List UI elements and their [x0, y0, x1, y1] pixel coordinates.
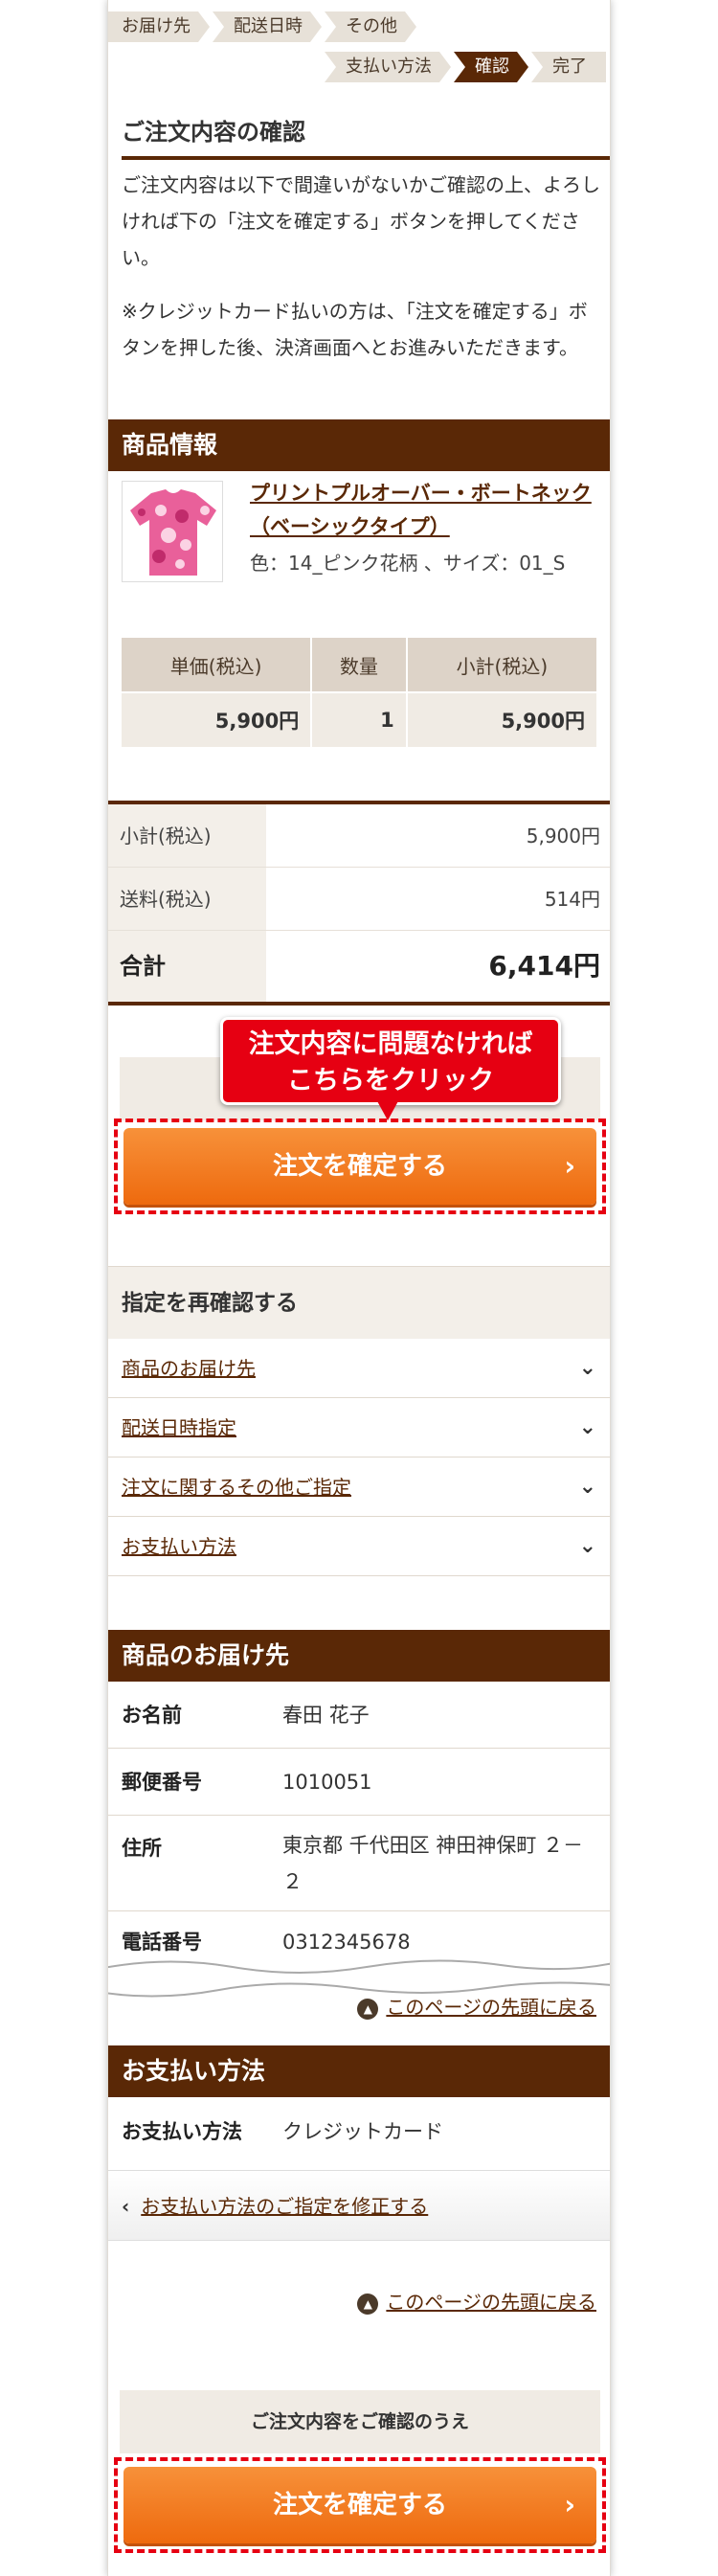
confirm-button-highlight-top: 注文を確定する › — [114, 1119, 606, 1214]
subtotal-amount: 5,900円 — [526, 825, 600, 847]
product-info-heading: 商品情報 — [108, 419, 610, 471]
delivery-name-value: 春田 花子 — [282, 1704, 370, 1727]
delivery-address-value: 東京都 千代田区 神田神保町 ２－２ — [282, 1834, 584, 1893]
confirm-button-highlight-bottom: 注文を確定する › — [114, 2457, 606, 2553]
step-confirm: 確認 — [454, 52, 528, 82]
delivery-address-label: 住所 — [122, 1837, 162, 1860]
chevron-double-down-icon: ⌄ — [578, 1534, 596, 1558]
chevron-left-icon: ‹ — [122, 2195, 130, 2218]
subtotal-header: 小計(税込) — [405, 636, 599, 693]
price-table: 単価(税込) 数量 小計(税込) 5,900円 1 5,900円 — [119, 636, 599, 749]
grand-total-amount: 6,414円 — [488, 950, 600, 982]
recheck-item-label: 商品のお届け先 — [122, 1357, 256, 1380]
callout-line-1: 注文内容に問題なければ — [248, 1029, 533, 1059]
subtotal-label: 小計(税込) — [108, 804, 266, 867]
chevron-double-down-icon: ⌄ — [578, 1475, 596, 1499]
step-delivery-date: 配送日時 — [213, 11, 322, 42]
delivery-zip-value: 1010051 — [282, 1771, 372, 1794]
grand-total-label: 合計 — [108, 931, 266, 1002]
product-image[interactable] — [122, 481, 223, 582]
product-attributes: 色：14_ピンク花柄 、サイズ：01_S — [250, 552, 566, 575]
step-delivery: お届け先 — [108, 11, 210, 42]
delivery-zip-label: 郵便番号 — [122, 1771, 202, 1794]
confirm-order-button-top[interactable]: 注文を確定する › — [123, 1128, 596, 1205]
recheck-item-label: 配送日時指定 — [122, 1416, 236, 1439]
modify-payment-link[interactable]: ‹ お支払い方法のご指定を修正する — [108, 2170, 610, 2241]
page: お届け先 配送日時 その他 支払い方法 確認 完了 ご注文内容の確認 ご注文内容… — [0, 0, 718, 2576]
order-totals: 小計(税込) 5,900円 送料(税込) 514円 合計 6,414円 — [108, 801, 610, 1006]
quantity-value: 1 — [310, 691, 408, 749]
price-table-header: 単価(税込) 数量 小計(税込) — [119, 636, 599, 693]
recheck-item-delivery-date[interactable]: 配送日時指定 ⌄ — [108, 1398, 610, 1457]
price-table-row: 5,900円 1 5,900円 — [119, 691, 599, 749]
chevron-double-down-icon: ⌄ — [578, 1415, 596, 1439]
recheck-item-delivery[interactable]: 商品のお届け先 ⌄ — [108, 1339, 610, 1398]
callout-pointer — [376, 1099, 399, 1120]
confirm-section-title: ご注文内容の確認 — [122, 113, 610, 160]
click-here-callout: 注文内容に問題なければ こちらをクリック — [220, 1017, 561, 1105]
payment-method-value: クレジットカード — [282, 2120, 443, 2143]
recheck-heading: 指定を再確認する — [108, 1266, 610, 1339]
step-complete: 完了 — [531, 52, 606, 82]
shipping-row: 送料(税込) 514円 — [108, 868, 610, 931]
step-other: その他 — [325, 11, 416, 42]
back-to-top-label: このページの先頭に戻る — [386, 2291, 596, 2314]
product-shirt-image — [130, 489, 216, 576]
confirm-order-label-top: 注文を確定する — [272, 1152, 447, 1181]
grand-total-row: 合計 6,414円 — [108, 931, 610, 1002]
confirm-prompt-bottom: ご注文内容をご確認のうえ — [120, 2390, 600, 2453]
recheck-item-other[interactable]: 注文に関するその他ご指定 ⌄ — [108, 1457, 610, 1517]
confirm-order-label-bottom: 注文を確定する — [272, 2491, 447, 2520]
product-name-link[interactable]: プリントプルオーバー・ボートネック（ベーシックタイプ） — [250, 477, 604, 544]
confirm-order-button-bottom[interactable]: 注文を確定する › — [123, 2467, 596, 2543]
steps-row-2: 支払い方法 確認 完了 — [325, 52, 609, 82]
page-break-wave — [108, 1959, 610, 1998]
recheck-item-payment[interactable]: お支払い方法 ⌄ — [108, 1517, 610, 1576]
callout-line-2: こちらをクリック — [287, 1066, 494, 1096]
chevron-right-icon: › — [564, 2489, 575, 2520]
quantity-header: 数量 — [310, 636, 408, 693]
arrow-up-circle-icon: ▲ — [357, 2293, 379, 2315]
unit-price-value: 5,900円 — [119, 691, 313, 749]
payment-heading: お支払い方法 — [108, 2045, 610, 2097]
credit-card-note: ※クレジットカード払いの方は、「注文を確定する」ボタンを押した後、決済画面へとお… — [122, 300, 588, 359]
payment-method-row: お支払い方法 クレジットカード — [108, 2097, 610, 2166]
delivery-name-label: お名前 — [122, 1704, 182, 1727]
shipping-label: 送料(税込) — [108, 868, 266, 930]
chevron-right-icon: › — [564, 1150, 575, 1182]
steps-row-1: お届け先 配送日時 その他 — [108, 11, 419, 42]
mobile-viewport: お届け先 配送日時 その他 支払い方法 確認 完了 ご注文内容の確認 ご注文内容… — [107, 0, 611, 2576]
back-to-top-link-2[interactable]: ▲ このページの先頭に戻る — [357, 2287, 596, 2315]
subtotal-value: 5,900円 — [405, 691, 599, 749]
step-payment: 支払い方法 — [325, 52, 451, 82]
payment-method-label: お支払い方法 — [122, 2120, 242, 2143]
subtotal-row: 小計(税込) 5,900円 — [108, 804, 610, 868]
unit-price-header: 単価(税込) — [119, 636, 313, 693]
delivery-heading: 商品のお届け先 — [108, 1630, 610, 1682]
delivery-name-row: お名前 春田 花子 — [108, 1682, 610, 1749]
chevron-double-down-icon: ⌄ — [578, 1356, 596, 1380]
delivery-zip-row: 郵便番号 1010051 — [108, 1749, 610, 1816]
shipping-amount: 514円 — [544, 888, 600, 911]
delivery-address-row: 住所 東京都 千代田区 神田神保町 ２－２ — [108, 1816, 610, 1911]
modify-payment-label: お支払い方法のご指定を修正する — [141, 2195, 429, 2218]
confirm-instructions: ご注文内容は以下で間違いがないかご確認の上、よろしければ下の「注文を確定する」ボ… — [122, 173, 600, 269]
recheck-item-label: お支払い方法 — [122, 1535, 236, 1558]
recheck-item-label: 注文に関するその他ご指定 — [122, 1476, 351, 1499]
